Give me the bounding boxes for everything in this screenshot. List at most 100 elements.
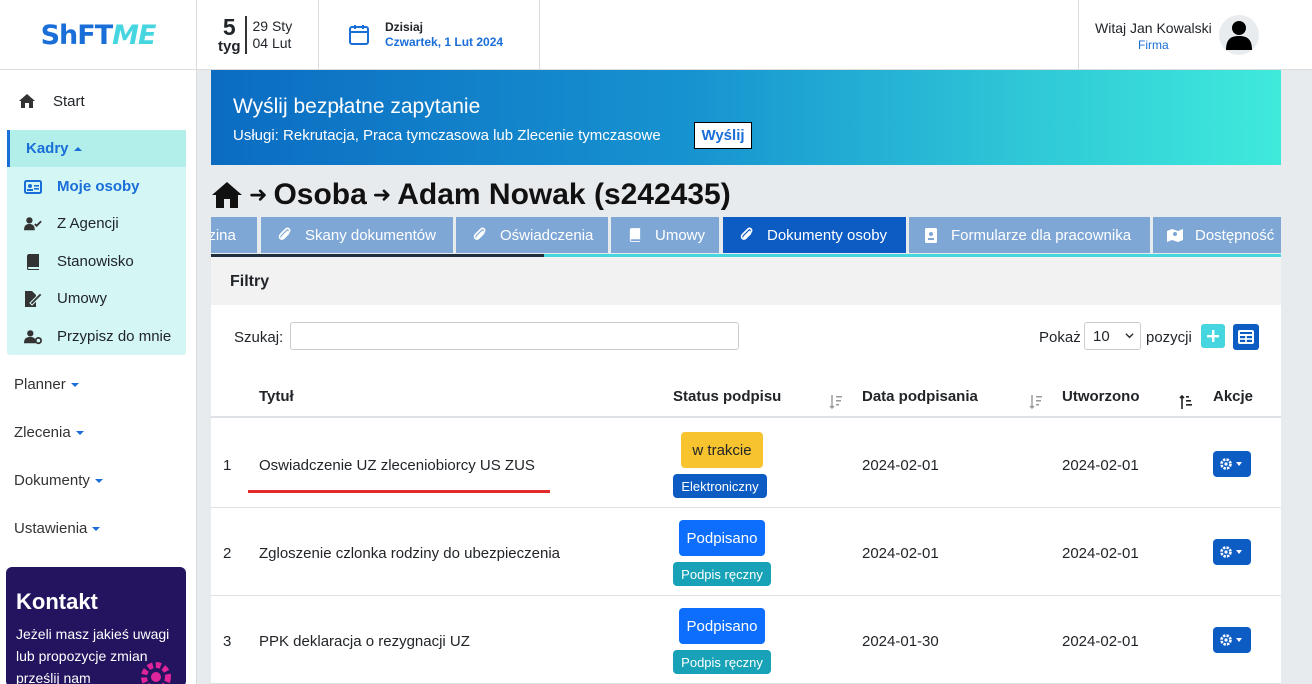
- week-end-date: 04 Lut: [252, 35, 292, 51]
- page-size-select[interactable]: 10: [1084, 322, 1141, 350]
- tab-umowy[interactable]: Umowy: [611, 217, 719, 253]
- column-header-status[interactable]: Status podpisu: [673, 388, 781, 405]
- table-row[interactable]: 3 PPK deklaracja o rezygnacji UZ Podpisa…: [211, 596, 1281, 684]
- add-document-button[interactable]: [1201, 324, 1225, 348]
- logo-text-me: ME: [112, 19, 156, 51]
- sidebar-item-label: Przypisz do mnie: [57, 328, 172, 345]
- tab-oswiadczenia[interactable]: Oświadczenia: [456, 217, 608, 253]
- id-badge-icon: [923, 227, 939, 243]
- map-icon: [1167, 227, 1183, 243]
- sidebar-item-umowy[interactable]: Umowy: [7, 280, 186, 317]
- signature-method-badge: Podpis ręczny: [673, 562, 771, 586]
- document-title[interactable]: Zgloszenie czlonka rodziny do ubezpiecze…: [259, 545, 560, 562]
- status-badge: Podpisano: [679, 520, 765, 556]
- today-date: Czwartek, 1 Lut 2024: [385, 35, 504, 49]
- id-card-icon: [24, 178, 42, 196]
- week-number-box: 5 tyg: [218, 16, 247, 54]
- paperclip-icon: [739, 227, 755, 243]
- signed-date: 2024-02-01: [862, 545, 939, 562]
- table-icon: [1238, 330, 1254, 344]
- row-actions-button[interactable]: [1213, 627, 1251, 653]
- gear-icon: [141, 662, 171, 684]
- arrow-right-icon: ➜: [249, 182, 268, 207]
- column-header-title[interactable]: Tytuł: [259, 388, 294, 405]
- contact-box: Kontakt Jeżeli masz jakieś uwagi lub pro…: [6, 567, 186, 684]
- sort-desc-icon[interactable]: [1179, 394, 1193, 410]
- signature-method-badge: Elektroniczny: [673, 474, 767, 498]
- tab-rodzina[interactable]: dzina: [211, 217, 257, 253]
- columns-toggle-button[interactable]: [1233, 324, 1259, 350]
- row-actions-button[interactable]: [1213, 451, 1251, 477]
- status-badge: Podpisano: [679, 608, 765, 644]
- column-header-actions: Akcje: [1213, 388, 1254, 405]
- sidebar-item-ustawienia[interactable]: Ustawienia: [14, 520, 101, 537]
- row-index: 3: [223, 633, 232, 650]
- sidebar-item-przypisz-do-mnie[interactable]: Przypisz do mnie: [7, 318, 186, 355]
- tab-label: Dostępność: [1195, 226, 1275, 244]
- sort-icon[interactable]: [1029, 394, 1043, 410]
- sidebar-item-z-agencji[interactable]: Z Agencji: [7, 205, 186, 242]
- sidebar-item-label: Zlecenia: [14, 424, 71, 441]
- tab-dostepnosc[interactable]: Dostępność: [1153, 217, 1281, 253]
- week-label: tyg: [218, 38, 241, 55]
- sidebar-item-label: Planner: [14, 376, 66, 393]
- sidebar-item-dokumenty[interactable]: Dokumenty: [14, 472, 103, 489]
- table-row[interactable]: 1 Oswiadczenie UZ zleceniobiorcy US ZUS …: [211, 420, 1281, 508]
- gear-icon: [1220, 458, 1242, 470]
- sort-icon[interactable]: [829, 394, 843, 410]
- column-header-created[interactable]: Utworzono: [1062, 388, 1139, 405]
- tab-formularze[interactable]: Formularze dla pracownika: [909, 217, 1150, 253]
- tab-label: dzina: [211, 226, 236, 244]
- page-size-label: Pokaż: [1039, 329, 1081, 346]
- breadcrumb-osoba[interactable]: Osoba: [273, 178, 366, 212]
- sidebar-item-zlecenia[interactable]: Zlecenia: [14, 424, 84, 441]
- home-icon[interactable]: [211, 181, 243, 209]
- kadry-label: Kadry: [26, 140, 69, 157]
- sidebar-item-kadry[interactable]: Kadry: [7, 130, 186, 167]
- top-header: ShFT ME 5 tyg 29 Sty 04 Lut Dzisiaj Czwar…: [0, 0, 1312, 70]
- book-icon: [24, 253, 42, 271]
- tab-label: Formularze dla pracownika: [951, 226, 1132, 244]
- signed-date: 2024-02-01: [862, 457, 939, 474]
- sidebar-item-moje-osoby[interactable]: Moje osoby: [7, 168, 186, 205]
- sidebar-item-start[interactable]: Start: [0, 82, 196, 120]
- arrow-right-icon: ➜: [372, 182, 392, 207]
- tab-label: Oświadczenia: [500, 226, 594, 244]
- sidebar-item-stanowisko[interactable]: Stanowisko: [7, 243, 186, 280]
- paperclip-icon: [277, 227, 293, 243]
- documents-card: Filtry Szukaj: Pokaż 10 pozycji Tytuł St…: [211, 257, 1281, 684]
- document-title[interactable]: Oswiadczenie UZ zleceniobiorcy US ZUS: [259, 457, 535, 474]
- home-icon: [18, 92, 36, 110]
- calendar-icon: [349, 25, 369, 45]
- filters-header[interactable]: Filtry: [211, 257, 1281, 305]
- banner-title: Wyślij bezpłatne zapytanie: [233, 95, 481, 118]
- today-label: Dzisiaj: [385, 20, 424, 34]
- row-actions-button[interactable]: [1213, 539, 1251, 565]
- highlight-underline: [248, 490, 550, 493]
- sidebar: Start Kadry Moje osoby Z Agencji Stanowi…: [0, 70, 197, 684]
- tab-label: Umowy: [655, 226, 706, 244]
- book-icon: [627, 227, 643, 243]
- file-signature-icon: [24, 290, 42, 308]
- table-row[interactable]: 2 Zgloszenie czlonka rodziny do ubezpiec…: [211, 508, 1281, 596]
- week-number: 5: [222, 14, 236, 40]
- sidebar-item-planner[interactable]: Planner: [14, 376, 79, 393]
- avatar[interactable]: [1218, 15, 1259, 55]
- sidebar-item-label: Dokumenty: [14, 472, 90, 489]
- tab-label: Dokumenty osoby: [767, 226, 888, 244]
- sidebar-item-label: Ustawienia: [14, 520, 88, 537]
- user-role: Firma: [1138, 38, 1169, 52]
- tab-dokumenty-osoby[interactable]: Dokumenty osoby: [723, 217, 906, 253]
- send-inquiry-button[interactable]: Wyślij: [694, 122, 752, 149]
- user-check-icon: [24, 215, 42, 233]
- banner-subtitle: Usługi: Rekrutacja, Praca tymczasowa lub…: [233, 127, 661, 144]
- search-input[interactable]: [290, 322, 739, 350]
- user-gear-icon: [24, 328, 42, 346]
- table-header-divider: [211, 416, 1281, 418]
- column-header-signed-date[interactable]: Data podpisania: [862, 388, 978, 405]
- app-logo[interactable]: ShFT ME: [0, 0, 197, 70]
- document-title[interactable]: PPK deklaracja o rezygnacji UZ: [259, 633, 470, 650]
- user-menu[interactable]: Witaj Jan Kowalski Firma: [1078, 0, 1312, 70]
- tab-skany-dokumentow[interactable]: Skany dokumentów: [261, 217, 453, 253]
- contact-title: Kontakt: [16, 589, 98, 614]
